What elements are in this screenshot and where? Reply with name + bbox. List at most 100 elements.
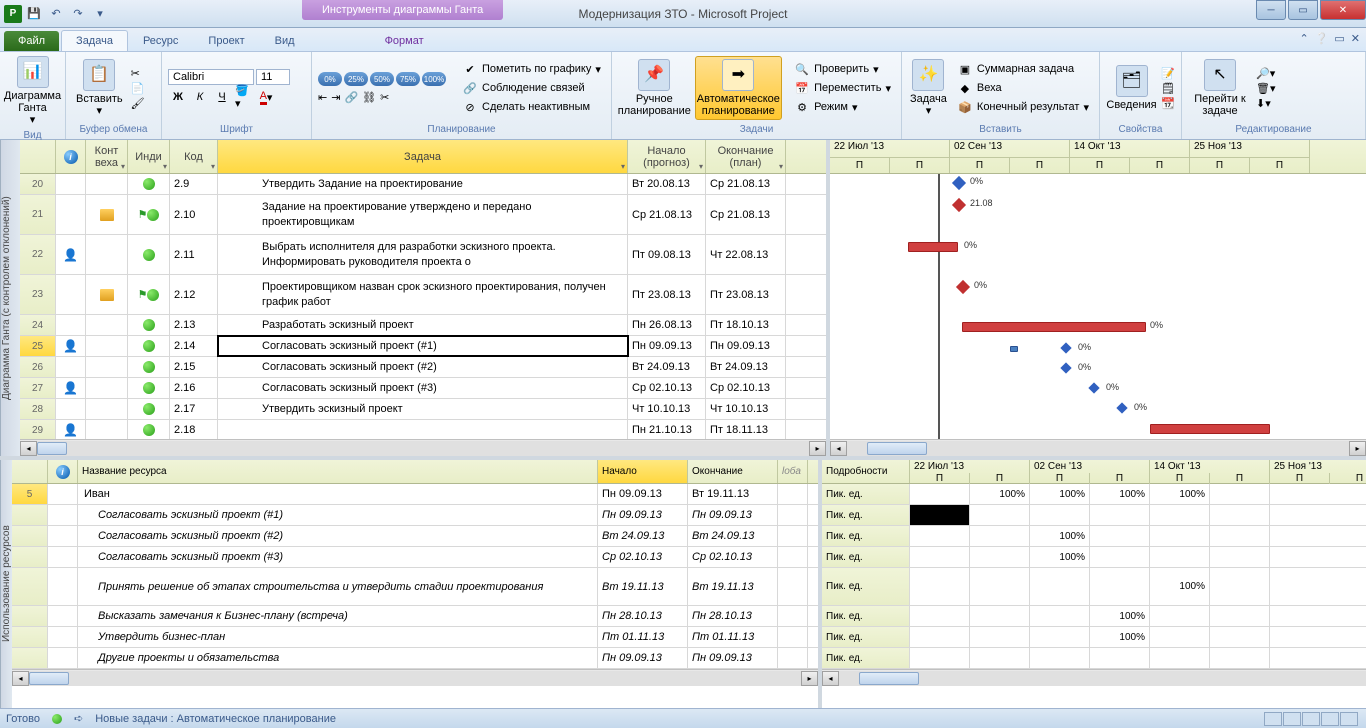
view-tab[interactable]: Вид [260,30,310,51]
copy-icon[interactable]: 📄 [131,82,145,95]
insert-task-button[interactable]: ✨Задача▾ [908,57,949,119]
fill-icon[interactable]: ⬇▾ [1256,97,1276,110]
list-item[interactable]: Высказать замечания к Бизнес-плану (встр… [12,606,818,627]
view-team-icon[interactable] [1302,712,1320,726]
bcol-name[interactable]: Название ресурса [78,460,598,483]
help-icon[interactable]: ❔ [1315,32,1329,45]
maximize-button[interactable]: ▭ [1288,0,1318,20]
bcol-add[interactable]: loба [778,460,808,483]
inactivate-button[interactable]: ⊘Сделать неактивным [458,98,605,116]
pct-50[interactable]: 50% [370,72,394,86]
detail-row[interactable]: Пик. ед.100% [822,568,1366,606]
table-row[interactable]: 242.13Разработать эскизный проектПн 26.0… [20,315,826,336]
cut-icon[interactable]: ✂ [131,67,145,80]
inspect-button[interactable]: 🔍Проверить ▾ [790,60,895,78]
timeline-icon[interactable]: 📆 [1161,97,1175,110]
col-indicator[interactable]: Инди▾ [128,140,170,173]
resource-tab[interactable]: Ресурс [128,30,193,51]
qat-dropdown-icon[interactable]: ▾ [90,4,110,24]
gantt-chart[interactable]: 22 Июл '13ПП02 Сен '13ПП14 Окт '13ПП25 Н… [830,140,1366,456]
col-finish[interactable]: Окончание (план)▾ [706,140,786,173]
view-usage-icon[interactable] [1283,712,1301,726]
detail-row[interactable]: Пик. ед.100% [822,606,1366,627]
detail-row[interactable]: Пик. ед.100%100%100%100% [822,484,1366,505]
clear-icon[interactable]: 🗑▾ [1256,82,1276,95]
restore-window-icon[interactable]: ▭ [1334,32,1344,45]
gantt-hscroll[interactable]: ◂▸ [830,439,1366,456]
resource-hscroll[interactable]: ◂▸ [12,669,818,686]
table-row[interactable]: 25👤2.14Согласовать эскизный проект (#1)П… [20,336,826,357]
list-item[interactable]: 5ИванПн 09.09.13Вт 19.11.13 [12,484,818,505]
pct-75[interactable]: 75% [396,72,420,86]
col-task[interactable]: Задача▾ [218,140,628,173]
detail-row[interactable]: Пик. ед.100% [822,547,1366,568]
list-item[interactable]: Другие проекты и обязательстваПн 09.09.1… [12,648,818,669]
outdent-icon[interactable]: ⇤ [318,91,327,104]
bcol-finish[interactable]: Окончание [688,460,778,483]
col-info[interactable]: i [56,140,86,173]
col-rownum[interactable] [20,140,56,173]
split-icon[interactable]: ✂ [380,91,389,104]
underline-button[interactable]: Ч [212,87,232,107]
mark-on-track-button[interactable]: ✔Пометить по графику ▾ [458,60,605,78]
table-row[interactable]: 202.9Утвердить Задание на проектирование… [20,174,826,195]
move-button[interactable]: 📅Переместить ▾ [790,79,895,97]
minimize-ribbon-icon[interactable]: ⌃ [1299,32,1308,45]
table-row[interactable]: 262.15Согласовать эскизный проект (#2)Вт… [20,357,826,378]
list-item[interactable]: Согласовать эскизный проект (#3)Ср 02.10… [12,547,818,568]
detail-row[interactable]: Пик. ед.100% [822,526,1366,547]
table-row[interactable]: 282.17Утвердить эскизный проектЧт 10.10.… [20,399,826,420]
file-tab[interactable]: Файл [4,31,59,51]
manual-schedule-button[interactable]: 📌Ручное планирование [618,57,691,119]
table-row[interactable]: 27👤2.16Согласовать эскизный проект (#3)С… [20,378,826,399]
task-tab[interactable]: Задача [61,30,128,51]
task-hscroll[interactable]: ◂▸ [20,439,826,456]
usage-hscroll[interactable]: ◂▸ [822,669,1366,686]
information-button[interactable]: 🗂Сведения [1106,63,1157,113]
list-item[interactable]: Согласовать эскизный проект (#1)Пн 09.09… [12,505,818,526]
respect-links-button[interactable]: 🔗Соблюдение связей [458,79,605,97]
detail-row[interactable]: Пик. ед.100% [822,627,1366,648]
top-view-label[interactable]: Диаграмма Ганта (с контролем отклонений) [0,140,20,456]
col-code[interactable]: Код▾ [170,140,218,173]
undo-icon[interactable]: ↶ [46,4,66,24]
detail-row[interactable]: Пик. ед. [822,505,1366,526]
details-icon[interactable]: 🗒 [1161,82,1175,95]
col-start[interactable]: Начало (прогноз)▾ [628,140,706,173]
bottom-view-label[interactable]: Использование ресурсов [0,460,12,708]
minimize-button[interactable]: ─ [1256,0,1286,20]
bcol-rownum[interactable] [12,460,48,483]
milestone-button[interactable]: ◆Веха [953,79,1093,97]
find-icon[interactable]: 🔎▾ [1256,67,1276,80]
redo-icon[interactable]: ↷ [68,4,88,24]
bcol-start[interactable]: Начало [598,460,688,483]
table-row[interactable]: 22👤2.11Выбрать исполнителя для разработк… [20,235,826,275]
project-tab[interactable]: Проект [193,30,259,51]
deliverable-button[interactable]: 📦Конечный результат ▾ [953,98,1093,116]
pct-25[interactable]: 25% [344,72,368,86]
list-item[interactable]: Согласовать эскизный проект (#2)Вт 24.09… [12,526,818,547]
view-gantt-icon[interactable] [1264,712,1282,726]
scroll-to-task-button[interactable]: ↖Перейти к задаче [1188,57,1252,119]
format-tab[interactable]: Формат [370,30,439,51]
unlink-icon[interactable]: ⛓ [362,91,376,104]
notes-icon[interactable]: 📝 [1161,67,1175,80]
format-painter-icon[interactable]: 🖌 [131,97,145,110]
table-row[interactable]: 21⚑2.10Задание на проектирование утвержд… [20,195,826,235]
col-milestone[interactable]: Конт веха▾ [86,140,128,173]
save-icon[interactable]: 💾 [24,4,44,24]
pct-100[interactable]: 100% [422,72,446,86]
fill-color-button[interactable]: 🪣▾ [234,87,254,107]
table-row[interactable]: 29👤2.18Пн 21.10.13Пт 18.11.13 [20,420,826,439]
list-item[interactable]: Принять решение об этапах строительства … [12,568,818,606]
app-icon[interactable]: P [4,5,22,23]
link-icon[interactable]: 🔗 [344,91,358,104]
table-row[interactable]: 23⚑2.12Проектировщиком назван срок эскиз… [20,275,826,315]
italic-button[interactable]: К [190,87,210,107]
view-sheet-icon[interactable] [1321,712,1339,726]
mode-button[interactable]: ⚙Режим ▾ [790,98,895,116]
view-form-icon[interactable] [1340,712,1358,726]
list-item[interactable]: Утвердить бизнес-планПт 01.11.13Пт 01.11… [12,627,818,648]
auto-schedule-button[interactable]: ➡Автоматическое планирование [695,56,782,120]
font-size-select[interactable] [256,69,290,85]
